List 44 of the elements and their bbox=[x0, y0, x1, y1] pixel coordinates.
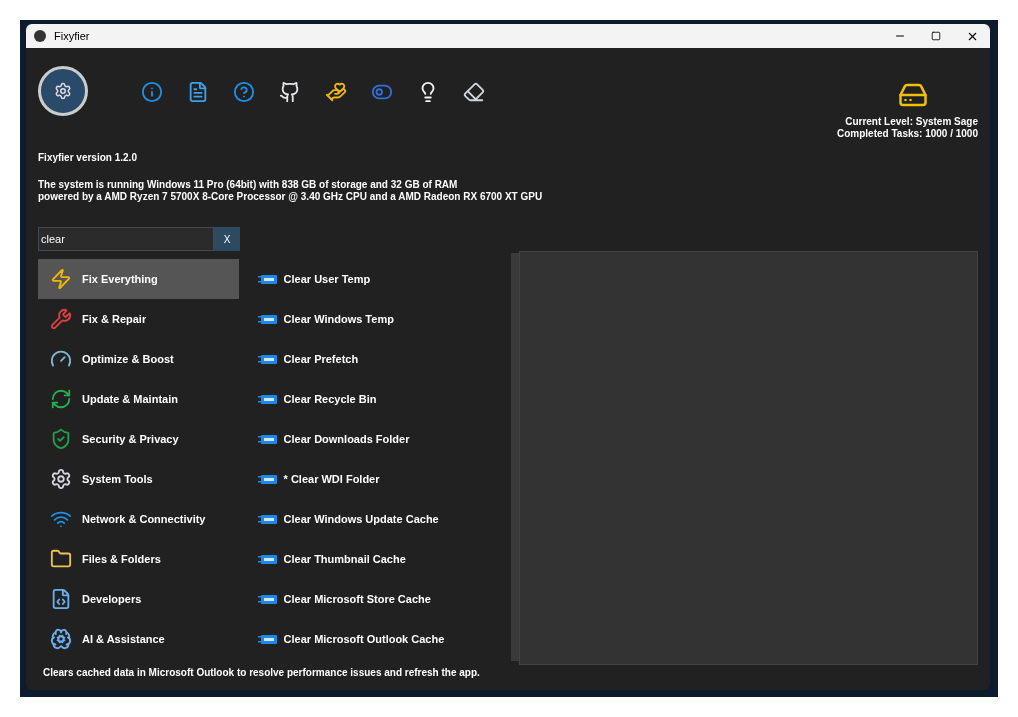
category-item[interactable]: Update & Maintain bbox=[38, 379, 239, 419]
hand-heart-icon[interactable] bbox=[324, 80, 348, 104]
code-file-icon bbox=[50, 588, 72, 610]
task-item[interactable]: Clear Prefetch bbox=[257, 339, 511, 379]
system-info-text: The system is running Windows 11 Pro (64bit) with 838 GB of storage and 32 GB of RAM bbox=[38, 179, 459, 191]
completed-tasks: Completed Tasks: 1000 / 1000 bbox=[837, 128, 978, 140]
category-item[interactable]: AI & Assistance bbox=[38, 619, 239, 659]
lightning-icon bbox=[50, 268, 72, 290]
category-item[interactable]: System Tools bbox=[38, 459, 239, 499]
task-item[interactable]: Clear Microsoft Outlook Cache bbox=[257, 619, 511, 659]
system-info-text: powered by a AMD Ryzen 7 5700X 8-Core Processor @ 3.40 GHz CPU and a AMD Radeon RX 6700 XT GPU bbox=[38, 191, 544, 203]
category-item[interactable]: Fix Everything bbox=[38, 259, 239, 299]
category-item[interactable]: Network & Connectivity bbox=[38, 499, 239, 539]
category-item[interactable]: Files & Folders bbox=[38, 539, 239, 579]
category-item[interactable]: Developers bbox=[38, 579, 239, 619]
gear-icon bbox=[50, 468, 72, 490]
search-field[interactable]: clear bbox=[38, 227, 214, 251]
category-item[interactable]: Optimize & Boost bbox=[38, 339, 239, 379]
scrollbar[interactable] bbox=[511, 253, 519, 661]
window-title: Fixyfier bbox=[54, 28, 90, 44]
task-item[interactable]: Clear Windows Update Cache bbox=[257, 499, 511, 539]
eraser-icon[interactable] bbox=[462, 80, 486, 104]
app-logo-icon bbox=[34, 30, 46, 42]
wrench-icon bbox=[50, 308, 72, 330]
task-item[interactable]: Clear Recycle Bin bbox=[257, 379, 511, 419]
folder-icon bbox=[50, 548, 72, 570]
help-icon[interactable] bbox=[232, 80, 256, 104]
current-level: Current Level: System Sage bbox=[845, 116, 978, 128]
version-text: Fixyfier version 1.2.0 bbox=[38, 151, 138, 165]
task-item[interactable]: Clear Windows Temp bbox=[257, 299, 511, 339]
maximize-icon bbox=[931, 31, 941, 41]
task-item[interactable]: * Clear WDI Folder bbox=[257, 459, 511, 499]
gear-icon bbox=[54, 82, 72, 100]
clear-search-button[interactable]: X bbox=[214, 227, 240, 251]
category-item[interactable]: Fix & Repair bbox=[38, 299, 239, 339]
info-icon[interactable] bbox=[140, 80, 164, 104]
refresh-icon bbox=[50, 388, 72, 410]
status-text: Clears cached data in Microsoft Outlook to resolve performance issues and refresh the app. bbox=[43, 666, 481, 680]
task-item[interactable]: Clear Microsoft Store Cache bbox=[257, 579, 511, 619]
task-item[interactable]: Clear Downloads Folder bbox=[257, 419, 511, 459]
category-item[interactable]: Security & Privacy bbox=[38, 419, 239, 459]
task-item[interactable]: Clear Thumbnail Cache bbox=[257, 539, 511, 579]
shield-check-icon bbox=[50, 428, 72, 450]
task-item[interactable]: Clear User Temp bbox=[257, 259, 511, 299]
